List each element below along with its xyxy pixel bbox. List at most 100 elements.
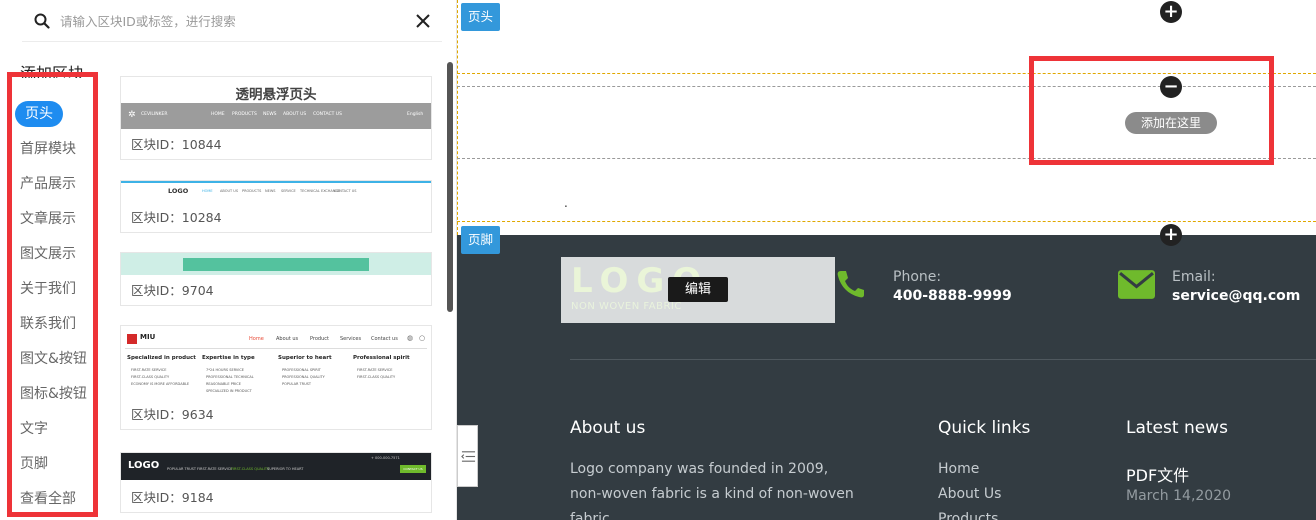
- list-icon: [461, 451, 476, 462]
- card-col-item: PROFESSIONAL TECHNICAL: [206, 375, 254, 379]
- page-root: 添加区块 页头 首屏模块 产品展示 文章展示 图文展示 关于我们 联系我们 图文…: [0, 0, 1316, 520]
- search-input[interactable]: [60, 9, 400, 33]
- card-nav-item: ABOUT US: [283, 112, 307, 117]
- close-icon[interactable]: [414, 12, 432, 30]
- card-brand: CEVILINKER: [141, 112, 168, 117]
- about-text: Logo company was founded in 2009, non-wo…: [570, 461, 854, 520]
- panel-scrollbar[interactable]: [447, 62, 453, 312]
- block-id-label: 区块ID：10844: [131, 137, 222, 152]
- edit-button[interactable]: 编辑: [668, 277, 728, 302]
- card-nav-item: About us: [276, 336, 299, 342]
- card-col-item: REASONABLE PRICE: [206, 382, 241, 386]
- card-col-item: FIRST-CLASS QUALITY: [131, 375, 170, 379]
- phone-value: 400-8888-9999: [893, 288, 1012, 304]
- card-lang: English: [407, 112, 424, 117]
- card-preview-title: 透明悬浮页头: [235, 87, 317, 103]
- card-col-title: Professional spirit: [353, 355, 410, 361]
- card-col-item: ECONOMY IS MORE AFFORDABLE: [131, 382, 190, 386]
- card-col-title: Superior to heart: [278, 355, 332, 361]
- quick-link-home[interactable]: Home: [938, 461, 979, 477]
- category-item-header[interactable]: 页头: [15, 101, 63, 127]
- card-brand: MIU: [140, 333, 156, 341]
- card-nav-item: FIRST-RATE SERVICE: [197, 467, 233, 471]
- block-card[interactable]: LOGO POPULAR TRUST FIRST-RATE SERVICE FI…: [120, 452, 432, 513]
- category-item-image-text-button[interactable]: 图文&按钮: [20, 346, 87, 372]
- card-col-title: Specialized in product: [127, 355, 196, 361]
- card-nav-item: Product: [310, 336, 329, 342]
- block-card[interactable]: 透明悬浮页头 ✲ CEVILINKER HOME PRODUCTS NEWS A…: [120, 76, 432, 160]
- add-block-icon[interactable]: +: [1160, 224, 1182, 246]
- card-nav-item: POPULAR TRUST: [167, 467, 196, 471]
- footer-divider: [570, 359, 1316, 360]
- footer-logo[interactable]: LOGO NON WOVEN FABRIC 编辑: [561, 257, 835, 323]
- card-brand: LOGO: [128, 460, 160, 471]
- news-item-title[interactable]: PDF文件: [1126, 462, 1189, 486]
- about-title: About us: [570, 418, 646, 438]
- card-nav-item: NEWS: [265, 189, 276, 193]
- card-col-item: 7*24 HOURS SERVICE: [206, 368, 245, 372]
- card-preview-banner: [121, 253, 431, 275]
- card-nav-item: HOME: [202, 189, 213, 193]
- quick-link-about[interactable]: About Us: [938, 486, 1001, 502]
- category-item-products[interactable]: 产品展示: [20, 171, 76, 197]
- card-brand: LOGO: [168, 187, 189, 195]
- news-item-date: March 14,2020: [1126, 488, 1232, 504]
- card-nav-item: PRODUCTS: [232, 112, 257, 117]
- card-preview-nav: LOGO POPULAR TRUST FIRST-RATE SERVICE FI…: [121, 453, 431, 480]
- block-card[interactable]: 区块ID：9704: [120, 252, 432, 306]
- add-block-icon[interactable]: +: [1160, 1, 1182, 23]
- phone-label: Phone:: [893, 269, 942, 285]
- category-item-about[interactable]: 关于我们: [20, 276, 76, 302]
- phone-icon: [837, 271, 864, 298]
- drag-handle[interactable]: [457, 425, 478, 487]
- card-nav-item: CONTACT US: [334, 189, 357, 193]
- card-nav-item: SUPERIOR TO HEART: [267, 467, 304, 471]
- footer-top-border: [457, 221, 1316, 222]
- email-value: service@qq.com: [1172, 288, 1301, 304]
- category-item-hero[interactable]: 首屏模块: [20, 136, 76, 162]
- category-item-icon-button[interactable]: 图标&按钮: [20, 381, 87, 407]
- card-nav-item: NEWS: [263, 112, 277, 117]
- card-nav-item: Contact us: [371, 336, 398, 342]
- header-tag[interactable]: 页头: [461, 3, 501, 31]
- block-card[interactable]: LOGO HOME ABOUT US PRODUCTS NEWS SERVICE…: [120, 180, 432, 233]
- email-label: Email:: [1172, 269, 1216, 285]
- search-bar: [22, 0, 442, 42]
- category-item-view-all[interactable]: 查看全部: [20, 486, 76, 512]
- block-panel: 添加区块 页头 首屏模块 产品展示 文章展示 图文展示 关于我们 联系我们 图文…: [0, 0, 457, 520]
- block-id-label: 区块ID：10284: [131, 210, 222, 225]
- category-item-image-text[interactable]: 图文展示: [20, 241, 76, 267]
- card-col-item: PROFESSIONAL QUALITY: [282, 375, 325, 379]
- brand-logo-icon: ✲: [128, 110, 136, 120]
- search-icon: ○: [419, 334, 426, 342]
- card-col-title: Expertise in type: [202, 355, 255, 361]
- category-item-footer[interactable]: 页脚: [20, 451, 48, 477]
- card-nav-item: SERVICE: [281, 189, 296, 193]
- block-id-label: 区块ID：9704: [131, 283, 214, 298]
- card-divider: [125, 348, 427, 349]
- footer-tag[interactable]: 页脚: [461, 226, 501, 254]
- quick-link-products[interactable]: Products: [938, 511, 998, 520]
- card-col-item: POPULAR TRUST: [282, 382, 311, 386]
- card-nav-item: PRODUCTS: [242, 189, 262, 193]
- card-preview-bar: [121, 181, 431, 183]
- brand-logo-icon: [127, 334, 137, 344]
- card-col-item: FIRST-RATE SERVICE: [357, 368, 393, 372]
- category-item-contact[interactable]: 联系我们: [20, 311, 76, 337]
- card-preview-nav: ✲ CEVILINKER HOME PRODUCTS NEWS ABOUT US…: [121, 103, 431, 129]
- category-item-text[interactable]: 文字: [20, 416, 48, 442]
- card-nav-item: Services: [340, 336, 362, 342]
- card-nav-item: HOME: [211, 112, 225, 117]
- block-id-label: 区块ID：9634: [131, 407, 214, 422]
- category-list: 页头 首屏模块 产品展示 文章展示 图文展示 关于我们 联系我们 图文&按钮 图…: [7, 72, 98, 517]
- block-card[interactable]: MIU Home About us Product Services Conta…: [120, 325, 432, 430]
- card-preview-nav: [183, 258, 369, 271]
- card-nav-item: ABOUT US: [220, 189, 239, 193]
- block-id-label: 区块ID：9184: [131, 490, 214, 505]
- category-item-articles[interactable]: 文章展示: [20, 206, 76, 232]
- empty-dot: .: [564, 196, 568, 210]
- card-nav-item: CONTACT US: [313, 112, 342, 117]
- card-col-item: FIRST-CLASS QUALITY: [357, 375, 396, 379]
- card-col-item: SPECIALIZED IN PRODUCT: [206, 389, 252, 393]
- footer-preview: LOGO NON WOVEN FABRIC 编辑 Phone: 400-8888…: [457, 235, 1316, 520]
